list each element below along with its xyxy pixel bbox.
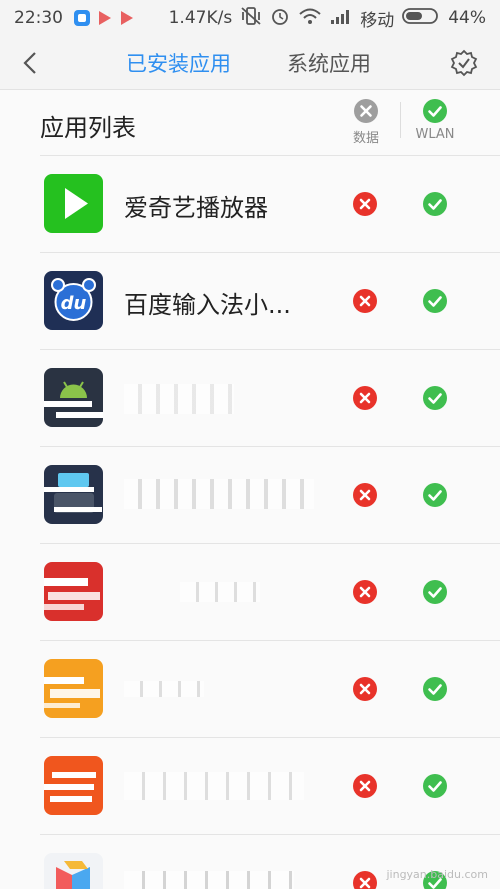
check-icon: [423, 386, 447, 410]
network-speed: 1.47K/s: [168, 8, 233, 28]
redacted-label: [124, 384, 234, 414]
notification-app-icon: [73, 9, 91, 27]
data-blocked-toggle[interactable]: [352, 191, 378, 217]
wlan-allowed-toggle[interactable]: [422, 773, 448, 799]
list-item: [0, 544, 500, 641]
baidu-input-icon: du: [44, 271, 103, 330]
column-divider: [400, 102, 401, 138]
data-all-close-icon: [354, 99, 378, 123]
signal-icon: [330, 7, 352, 30]
check-icon: [423, 192, 447, 216]
data-blocked-toggle[interactable]: [352, 579, 378, 605]
list-item: [0, 641, 500, 738]
close-icon: [353, 289, 377, 313]
wlan-allowed-toggle[interactable]: [422, 482, 448, 508]
data-blocked-toggle[interactable]: [352, 385, 378, 411]
data-blocked-toggle[interactable]: [352, 773, 378, 799]
data-blocked-toggle[interactable]: [352, 482, 378, 508]
red-app-icon: [44, 562, 103, 621]
wlan-allowed-toggle[interactable]: [422, 288, 448, 314]
close-icon: [353, 871, 377, 889]
watermark: jingyan.baidu.com: [386, 868, 488, 881]
redacted-label: [124, 871, 294, 889]
app-name: 百度输入法小...: [124, 291, 291, 319]
status-time: 22:30: [14, 8, 63, 28]
play-store-icon: [97, 9, 113, 27]
carrier-name: 移动: [360, 10, 395, 31]
keyboard-app-icon: [44, 465, 103, 524]
play-store-icon: [119, 9, 135, 27]
wlan-column-label: WLAN: [415, 127, 455, 142]
alarm-icon: [270, 6, 290, 31]
list-item: 爱奇艺播放器: [0, 156, 500, 253]
list-item: [0, 738, 500, 835]
data-blocked-toggle[interactable]: [352, 870, 378, 889]
close-icon: [353, 774, 377, 798]
check-icon: [423, 289, 447, 313]
redacted-label: [124, 479, 314, 509]
wlan-allowed-toggle[interactable]: [422, 385, 448, 411]
vibrate-icon: [240, 6, 262, 31]
close-icon: [353, 677, 377, 701]
back-icon[interactable]: [18, 50, 44, 76]
orange-app-icon: [44, 659, 103, 718]
status-bar: 22:30 1.47K/s 移动 44%: [0, 0, 500, 36]
tab-system-apps[interactable]: 系统应用: [287, 48, 371, 78]
app-list: 爱奇艺播放器 du 百度输入法小...: [0, 156, 500, 889]
redacted-label: [124, 772, 304, 800]
tab-installed-apps[interactable]: 已安装应用: [126, 48, 231, 78]
close-icon: [353, 580, 377, 604]
redacted-label: [180, 582, 260, 602]
battery-icon: [402, 7, 440, 30]
close-icon: [353, 192, 377, 216]
iqiyi-icon: [44, 174, 103, 233]
close-icon: [353, 386, 377, 410]
check-icon: [423, 677, 447, 701]
list-header: 应用列表 数据 WLAN: [0, 90, 500, 156]
app-name: 爱奇艺播放器: [124, 194, 268, 222]
orange-red-app-icon: [44, 756, 103, 815]
page-title: 应用列表: [40, 114, 136, 142]
wlan-allowed-toggle[interactable]: [422, 579, 448, 605]
colorful-app-icon: [44, 853, 103, 889]
close-icon: [353, 483, 377, 507]
data-blocked-toggle[interactable]: [352, 288, 378, 314]
wifi-icon: [298, 7, 322, 30]
wlan-all-check-icon: [423, 99, 447, 123]
wlan-allowed-toggle[interactable]: [422, 191, 448, 217]
data-column-label: 数据: [352, 131, 379, 146]
settings-gear-icon[interactable]: [450, 49, 478, 77]
list-item: [0, 350, 500, 447]
wlan-column-toggle-all[interactable]: WLAN: [410, 98, 460, 142]
check-icon: [423, 580, 447, 604]
redacted-label: [124, 681, 204, 697]
wlan-allowed-toggle[interactable]: [422, 676, 448, 702]
list-item: du 百度输入法小...: [0, 253, 500, 350]
nav-bar: 已安装应用 系统应用: [0, 36, 500, 90]
data-column-toggle-all[interactable]: 数据: [346, 98, 386, 146]
android-app-icon: [44, 368, 103, 427]
data-blocked-toggle[interactable]: [352, 676, 378, 702]
svg-text:du: du: [61, 293, 87, 314]
check-icon: [423, 483, 447, 507]
check-icon: [423, 774, 447, 798]
list-item: [0, 447, 500, 544]
battery-level: 44%: [448, 8, 486, 28]
